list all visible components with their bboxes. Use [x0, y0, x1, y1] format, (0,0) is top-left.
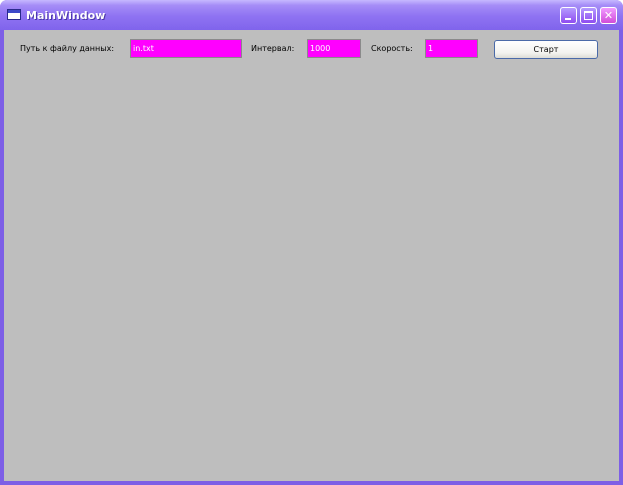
maximize-button[interactable]	[580, 7, 597, 24]
speed-label: Скорость:	[371, 44, 413, 53]
window-icon[interactable]	[7, 9, 21, 20]
title-bar[interactable]: MainWindow ✕	[0, 0, 623, 30]
path-label: Путь к файлу данных:	[20, 44, 115, 53]
window-border-right[interactable]	[619, 30, 623, 485]
close-icon: ✕	[603, 9, 614, 22]
maximize-icon	[584, 11, 593, 20]
minimize-icon	[565, 18, 571, 20]
main-window: MainWindow ✕ Путь к файлу данных: Интерв…	[0, 0, 623, 485]
minimize-button[interactable]	[560, 7, 577, 24]
interval-input[interactable]	[307, 39, 361, 58]
speed-input[interactable]	[425, 39, 478, 58]
interval-label: Интервал:	[251, 44, 295, 53]
client-area	[4, 30, 619, 481]
start-button[interactable]: Старт	[494, 40, 598, 59]
window-title: MainWindow	[26, 9, 106, 22]
window-border-bottom[interactable]	[0, 481, 623, 485]
path-input[interactable]	[130, 39, 242, 58]
close-button[interactable]: ✕	[600, 7, 617, 24]
